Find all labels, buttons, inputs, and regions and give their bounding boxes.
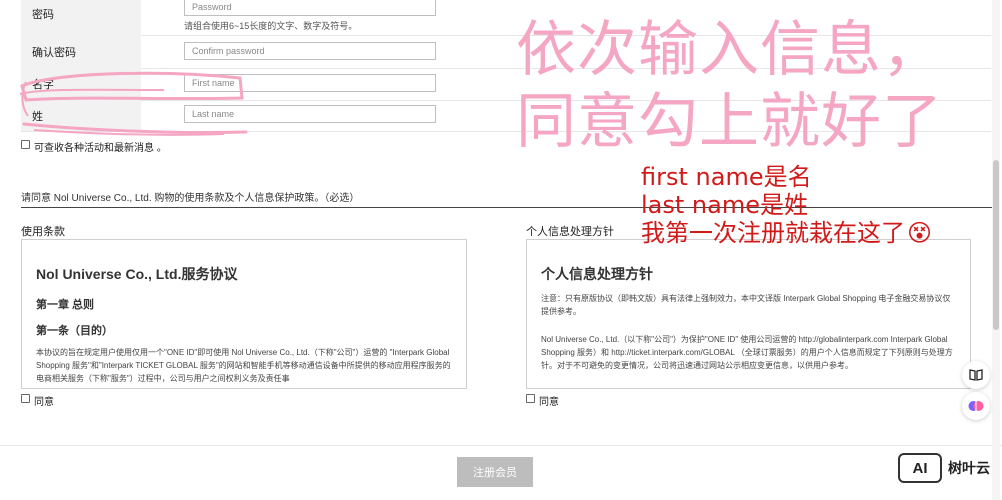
password-label: 密码: [21, 0, 141, 35]
book-icon: [969, 369, 983, 381]
pink-scribble: [19, 71, 248, 136]
terms-agree-label: 同意: [34, 397, 54, 408]
overlay-pink-line1: 依次输入信息，: [516, 15, 943, 85]
privacy-scrollbox[interactable]: 个人信息处理方针 注意：只有原版协议（即韩文版）具有法律上强制效力，本中文译版 …: [526, 239, 971, 389]
terms-body: 本协议的旨在规定用户使用仅用一个"ONE ID"即可使用 Nol Univers…: [36, 348, 451, 383]
newsletter-checkbox[interactable]: [21, 140, 30, 149]
newsletter-label: 可查收各种活动和最新消息 。: [34, 143, 167, 154]
scrollbar-thumb[interactable]: [993, 160, 999, 330]
confirm-password-label-text: 确认密码: [32, 46, 76, 59]
terms-agree-checkbox[interactable]: [21, 394, 30, 403]
terms-title: 使用条款: [21, 226, 65, 238]
overlay-red-line3: 我第一次注册就栽在这了😵: [641, 220, 932, 246]
brain-icon: [968, 401, 984, 411]
consent-divider: [21, 207, 999, 208]
terms-scrollbox[interactable]: Nol Universe Co., Ltd.服务协议 第一章 总则 第一条（目的…: [21, 239, 467, 389]
password-hint: 请组合使用6~15长度的文字、数字及符号。: [184, 21, 358, 31]
consent-heading: 请同意 Nol Universe Co., Ltd. 购物的使用条款及个人信息保…: [21, 193, 360, 204]
watermark-text: 树叶云: [948, 460, 990, 476]
overlay-red-line1: first name是名: [641, 163, 812, 191]
privacy-title: 个人信息处理方针: [526, 226, 614, 238]
privacy-note: 注意：只有原版协议（即韩文版）具有法律上强制效力，本中文译版 Interpark…: [541, 294, 951, 316]
privacy-agree-checkbox[interactable]: [526, 394, 535, 403]
password-label-text: 密码: [32, 8, 54, 21]
privacy-body: Nol Universe Co., Ltd.（以下称"公司"）为保护"ONE I…: [541, 335, 953, 370]
register-button[interactable]: 注册会员: [457, 457, 533, 487]
watermark: AI 树叶云: [898, 453, 990, 483]
watermark-logo: AI: [898, 453, 942, 483]
privacy-agree-label: 同意: [539, 397, 559, 408]
terms-chapter: 第一章 总则: [36, 299, 95, 311]
book-button[interactable]: [962, 361, 990, 389]
confirm-password-input[interactable]: [184, 42, 436, 60]
overlay-pink-line2: 同意勾上就好了: [516, 87, 943, 157]
footer-divider: [0, 445, 1002, 446]
password-input[interactable]: [184, 0, 436, 16]
overlay-red-line3-text: 我第一次注册就栽在这了: [641, 219, 905, 247]
privacy-heading: 个人信息处理方针: [541, 266, 653, 282]
terms-heading: Nol Universe Co., Ltd.服务协议: [36, 266, 238, 282]
overlay-red-line2: last name是姓: [641, 191, 808, 219]
page: 密码 请组合使用6~15长度的文字、数字及符号。 确认密码 名字 姓 可查收各种…: [0, 0, 1002, 500]
ai-assistant-button[interactable]: [962, 392, 990, 420]
dizzy-face-icon: 😵: [907, 219, 933, 247]
terms-article: 第一条（目的）: [36, 325, 113, 337]
